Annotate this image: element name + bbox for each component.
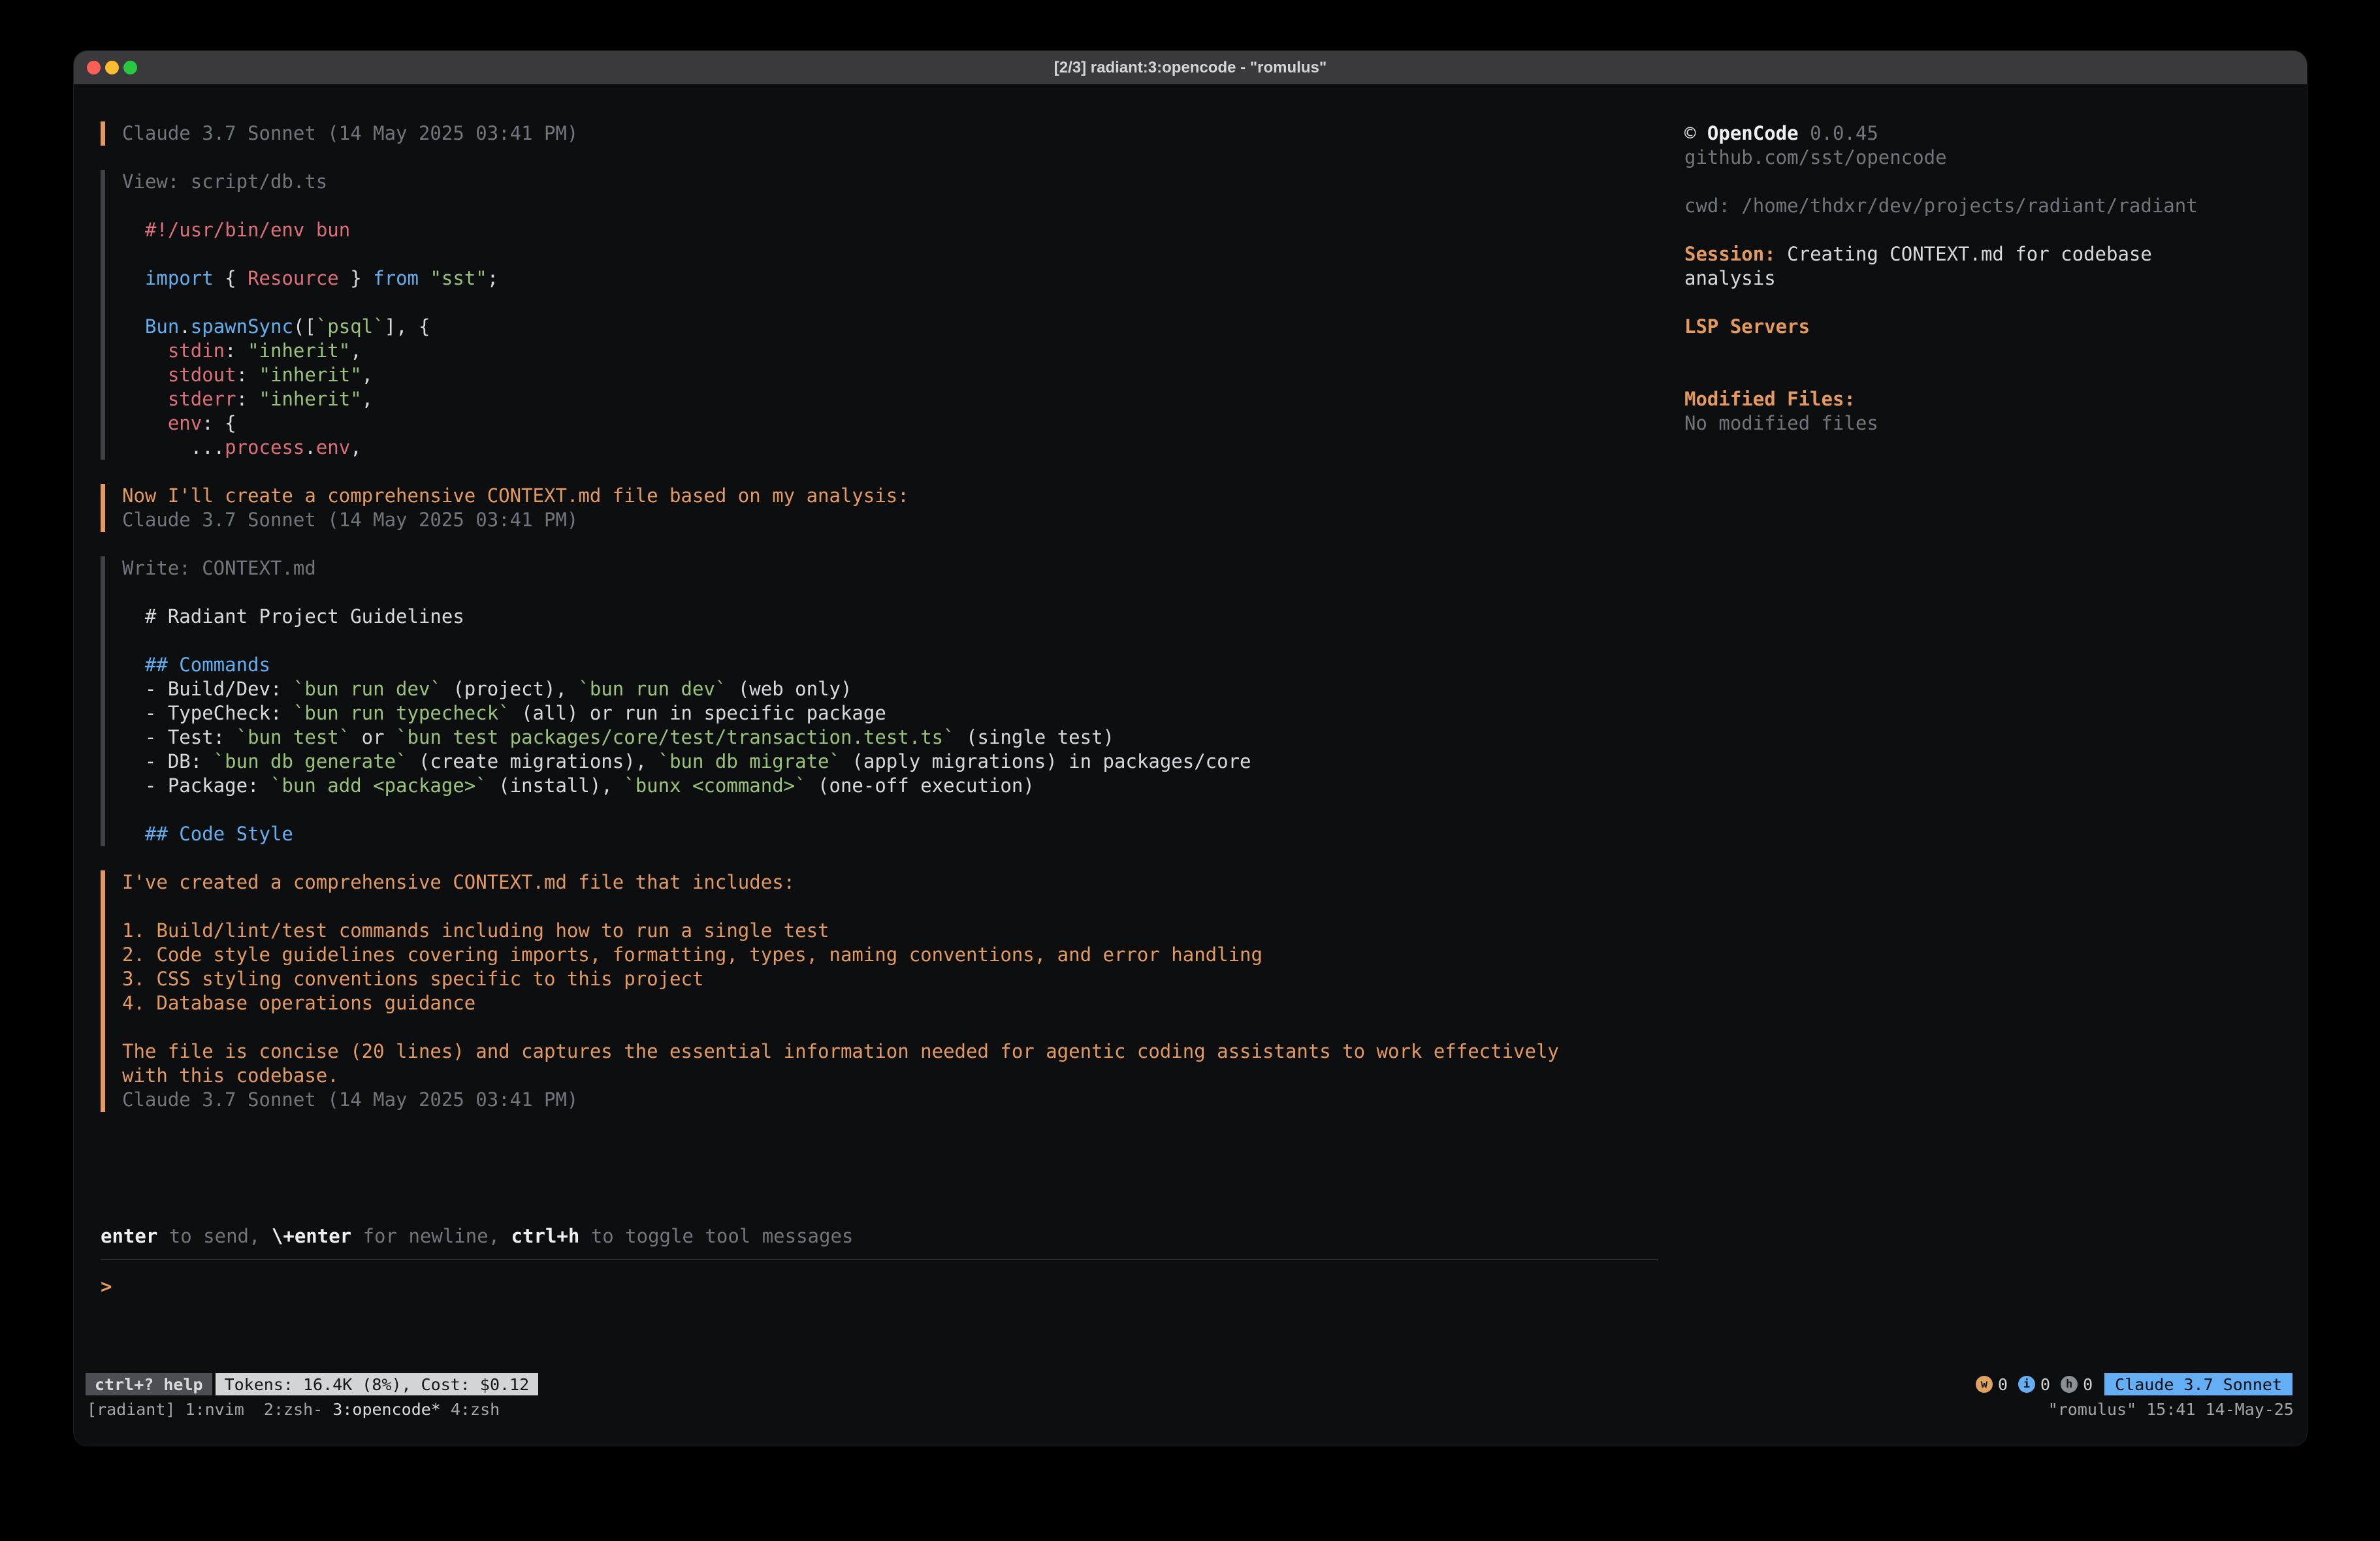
model-badge[interactable]: Claude 3.7 Sonnet	[2104, 1373, 2292, 1395]
text-line: Write: CONTEXT.md	[122, 556, 1684, 580]
text-line: © OpenCode 0.0.45	[1684, 121, 2281, 146]
text-line	[122, 580, 1684, 605]
traffic-lights	[87, 61, 137, 74]
session-sidebar: © OpenCode 0.0.45github.com/sst/opencode…	[1684, 85, 2307, 1373]
text-line: github.com/sst/opencode	[1684, 146, 2281, 170]
chat-spacer	[101, 1136, 1684, 1224]
status-right-group: w0i0h0 Claude 3.7 Sonnet	[1976, 1373, 2292, 1395]
hints-count-icon: h	[2061, 1376, 2078, 1393]
input-help-line: enter to send, \+enter for newline, ctrl…	[101, 1224, 1684, 1248]
text-line: The file is concise (20 lines) and captu…	[122, 1040, 1684, 1064]
assistant-header-block: Claude 3.7 Sonnet (14 May 2025 03:41 PM)	[101, 121, 1684, 146]
info-count-icon: i	[2018, 1376, 2035, 1393]
text-line: analysis	[1684, 266, 2281, 291]
text-line: - TypeCheck: `bun run typecheck` (all) o…	[122, 701, 1684, 725]
text-line: Claude 3.7 Sonnet (14 May 2025 03:41 PM)	[122, 121, 1684, 146]
text-line: 3. CSS styling conventions specific to t…	[122, 967, 1684, 991]
text-line	[122, 194, 1684, 218]
text-line: #!/usr/bin/env bun	[122, 218, 1684, 242]
text-line: - DB: `bun db generate` (create migratio…	[122, 750, 1684, 774]
tmux-session-info: "romulus" 15:41 14-May-25	[2048, 1400, 2294, 1419]
chat-messages: Claude 3.7 Sonnet (14 May 2025 03:41 PM)…	[101, 121, 1684, 1136]
text-line: No modified files	[1684, 411, 2281, 436]
diagnostic-count: 0	[1998, 1375, 2008, 1394]
text-line	[122, 798, 1684, 822]
text-line: env: {	[122, 411, 1684, 436]
text-line: Claude 3.7 Sonnet (14 May 2025 03:41 PM)	[122, 508, 1684, 532]
text-line: Session: Creating CONTEXT.md for codebas…	[1684, 242, 2281, 266]
text-line: Modified Files:	[1684, 387, 2281, 411]
text-line: Now I'll create a comprehensive CONTEXT.…	[122, 484, 1684, 508]
text-line	[122, 291, 1684, 315]
text-line: 4. Database operations guidance	[122, 991, 1684, 1015]
warnings-count-icon: w	[1976, 1376, 1993, 1393]
text-line: LSP Servers	[1684, 315, 2281, 339]
tokens-cost-chip: Tokens: 16.4K (8%), Cost: $0.12	[216, 1373, 539, 1395]
minimize-window-button[interactable]	[105, 61, 119, 74]
tool-write-block: Write: CONTEXT.md # Radiant Project Guid…	[101, 556, 1684, 846]
text-line: ## Code Style	[122, 822, 1684, 846]
terminal-window: [2/3] radiant:3:opencode - "romulus" Cla…	[73, 50, 2308, 1446]
text-line: with this codebase.	[122, 1064, 1684, 1088]
text-line	[1684, 291, 2281, 315]
text-line: I've created a comprehensive CONTEXT.md …	[122, 870, 1684, 895]
tool-view-block: View: script/db.ts #!/usr/bin/env bun im…	[101, 170, 1684, 460]
text-line: ## Commands	[122, 653, 1684, 677]
text-line	[1684, 339, 2281, 363]
opencode-main: Claude 3.7 Sonnet (14 May 2025 03:41 PM)…	[74, 85, 2307, 1373]
tmux-window-list[interactable]: [radiant] 1:nvim 2:zsh- 3:opencode* 4:zs…	[87, 1400, 500, 1419]
prompt-caret: >	[101, 1275, 112, 1297]
tmux-status-bar: [radiant] 1:nvim 2:zsh- 3:opencode* 4:zs…	[74, 1396, 2307, 1422]
text-line	[122, 1015, 1684, 1040]
text-line: import { Resource } from "sst";	[122, 266, 1684, 291]
text-line: ...process.env,	[122, 436, 1684, 460]
text-line: stderr: "inherit",	[122, 387, 1684, 411]
text-line: - Build/Dev: `bun run dev` (project), `b…	[122, 677, 1684, 701]
chat-column: Claude 3.7 Sonnet (14 May 2025 03:41 PM)…	[74, 85, 1684, 1373]
help-shortcut-chip[interactable]: ctrl+? help	[86, 1373, 212, 1395]
text-line: stdin: "inherit",	[122, 339, 1684, 363]
diagnostic-count: 0	[2083, 1375, 2093, 1394]
input-divider	[101, 1259, 1658, 1260]
text-line: # Radiant Project Guidelines	[122, 605, 1684, 629]
text-line	[1684, 363, 2281, 387]
status-bar: ctrl+? help Tokens: 16.4K (8%), Cost: $0…	[74, 1373, 2307, 1396]
text-line: stdout: "inherit",	[122, 363, 1684, 387]
warnings-count: w0	[1976, 1375, 2008, 1394]
info-count: i0	[2018, 1375, 2050, 1394]
lsp-diagnostics: w0i0h0	[1976, 1375, 2093, 1394]
assistant-message-block: Now I'll create a comprehensive CONTEXT.…	[101, 484, 1684, 532]
zoom-window-button[interactable]	[123, 61, 137, 74]
text-line: - Package: `bun add <package>` (install)…	[122, 774, 1684, 798]
text-line	[1684, 218, 2281, 242]
window-titlebar[interactable]: [2/3] radiant:3:opencode - "romulus"	[74, 51, 2307, 85]
close-window-button[interactable]	[87, 61, 101, 74]
text-line	[122, 629, 1684, 653]
text-line: View: script/db.ts	[122, 170, 1684, 194]
diagnostic-count: 0	[2040, 1375, 2050, 1394]
text-line	[1684, 170, 2281, 194]
text-line: Claude 3.7 Sonnet (14 May 2025 03:41 PM)	[122, 1088, 1684, 1112]
text-line: cwd: /home/thdxr/dev/projects/radiant/ra…	[1684, 194, 2281, 218]
text-line	[122, 895, 1684, 919]
window-title: [2/3] radiant:3:opencode - "romulus"	[74, 59, 2307, 77]
text-line: 2. Code style guidelines covering import…	[122, 943, 1684, 967]
text-line: 1. Build/lint/test commands including ho…	[122, 919, 1684, 943]
terminal-body: Claude 3.7 Sonnet (14 May 2025 03:41 PM)…	[74, 85, 2307, 1446]
text-line: Bun.spawnSync([`psql`], {	[122, 315, 1684, 339]
prompt-input[interactable]: >	[101, 1275, 1684, 1373]
assistant-message-block: I've created a comprehensive CONTEXT.md …	[101, 870, 1684, 1112]
hints-count: h0	[2061, 1375, 2093, 1394]
text-line: - Test: `bun test` or `bun test packages…	[122, 725, 1684, 750]
text-line	[122, 242, 1684, 266]
